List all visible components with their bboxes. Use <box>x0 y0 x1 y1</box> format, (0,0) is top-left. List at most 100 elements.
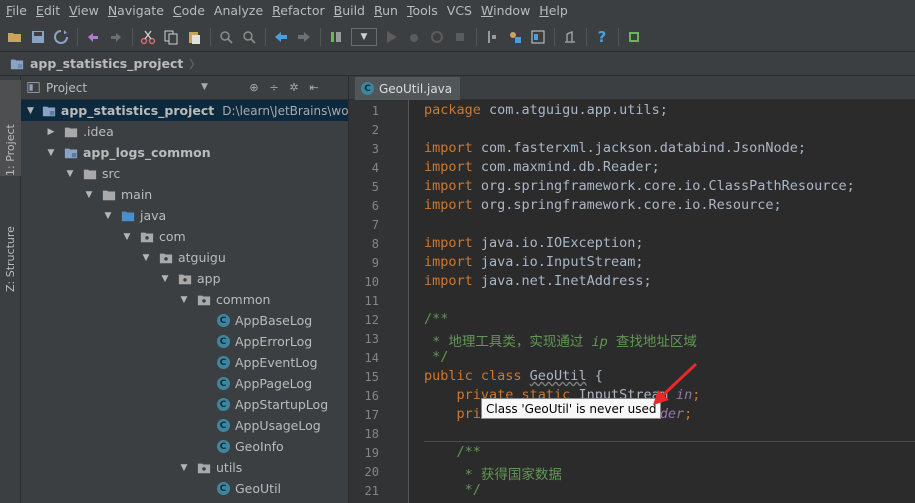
menu-item-help[interactable]: Help <box>535 0 572 22</box>
scroll-from-source-icon[interactable]: ⊕ <box>247 80 261 94</box>
expand-arrow-icon[interactable]: ▼ <box>103 211 113 221</box>
code-line-5: import org.springframework.core.io.Class… <box>424 178 855 194</box>
cut-icon[interactable] <box>137 26 159 48</box>
tool-tab-structure[interactable]: Z: Structure <box>0 172 21 292</box>
class-icon: C <box>216 419 230 433</box>
find-icon[interactable] <box>215 26 237 48</box>
gear-icon[interactable]: ✲ <box>287 80 301 94</box>
settings-icon[interactable] <box>504 26 526 48</box>
breadcrumb: app_statistics_project 〉 <box>0 52 915 76</box>
expand-arrow-icon[interactable]: ▼ <box>179 463 189 473</box>
source-folder-icon <box>121 209 135 223</box>
tree-item[interactable]: C AppStartupLog <box>21 394 348 415</box>
code-editor[interactable]: package com.atguigu.app.utils; import co… <box>410 100 915 503</box>
chevron-down-icon[interactable]: ▼ <box>201 82 208 92</box>
toolbar-separator <box>265 27 266 46</box>
line-number: 15 <box>364 370 379 384</box>
tree-item[interactable]: C GeoInfo <box>21 436 348 457</box>
main-toolbar: ▼ ? <box>0 22 915 52</box>
editor-gutter[interactable]: 1 2 3 4 5 6 7 8 9 10 11 12 13 14 15 16 17 18 19 20 21 <box>349 100 409 503</box>
coverage-icon[interactable] <box>426 26 448 48</box>
tree-item[interactable]: C AppPageLog <box>21 373 348 394</box>
menu-item-code[interactable]: Code <box>169 0 209 22</box>
save-all-icon[interactable] <box>27 26 49 48</box>
class-icon: C <box>216 314 230 328</box>
tree-item[interactable]: C AppErrorLog <box>21 331 348 352</box>
plugin-icon[interactable] <box>623 26 645 48</box>
synchronize-icon[interactable] <box>50 26 72 48</box>
sdk-icon[interactable] <box>559 26 581 48</box>
tree-item[interactable]: C AppBaseLog <box>21 310 348 331</box>
copy-icon[interactable] <box>160 26 182 48</box>
run-icon[interactable] <box>380 26 402 48</box>
menu-item-vcs[interactable]: VCS <box>443 0 476 22</box>
tree-item-label: AppStartupLog <box>235 397 329 412</box>
tree-item[interactable]: C AppUsageLog <box>21 415 348 436</box>
back-icon[interactable] <box>270 26 292 48</box>
expand-arrow-icon[interactable]: ▼ <box>160 274 170 284</box>
menu-item-file[interactable]: File <box>2 0 31 22</box>
code-line-14: */ <box>424 349 449 365</box>
menu-item-navigate[interactable]: Navigate <box>104 0 168 22</box>
expand-arrow-icon[interactable]: ▼ <box>84 190 94 200</box>
open-folder-icon[interactable] <box>4 26 26 48</box>
tree-item[interactable]: ▶ .idea <box>21 121 348 142</box>
expand-arrow-icon[interactable]: ▼ <box>122 232 132 242</box>
tree-item[interactable]: ▼ com <box>21 226 348 247</box>
collapse-all-icon[interactable]: ÷ <box>267 80 281 94</box>
tree-item[interactable]: ▼ utils <box>21 457 348 478</box>
tree-item-label: AppErrorLog <box>235 334 313 349</box>
tree-item[interactable]: ▼ app_logs_common <box>21 142 348 163</box>
paste-icon[interactable] <box>183 26 205 48</box>
breadcrumb-project[interactable]: app_statistics_project <box>30 56 183 71</box>
debug-icon[interactable] <box>403 26 425 48</box>
undo-icon[interactable] <box>82 26 104 48</box>
menu-item-build[interactable]: Build <box>330 0 369 22</box>
project-panel-header: Project ▼ ⊕ ÷ ✲ ⇤ <box>21 76 348 100</box>
menu-item-edit[interactable]: Edit <box>32 0 64 22</box>
menu-item-run[interactable]: Run <box>370 0 402 22</box>
tree-item[interactable]: ▼ java <box>21 205 348 226</box>
forward-icon[interactable] <box>293 26 315 48</box>
tab-geoutil-java[interactable]: C GeoUtil.java <box>355 77 461 100</box>
tool-tab-project-label: 1: Project <box>4 124 17 176</box>
annotation-arrow-icon <box>653 362 698 405</box>
tool-tab-project[interactable]: 1: Project <box>0 80 21 176</box>
project-structure-icon[interactable] <box>527 26 549 48</box>
menu-item-refactor[interactable]: Refactor <box>268 0 328 22</box>
collapse-arrow-icon[interactable]: ▶ <box>46 127 56 137</box>
menu-item-window[interactable]: Window <box>477 0 534 22</box>
tree-item-label: app_logs_common <box>83 145 211 160</box>
tree-item-label: common <box>216 292 271 307</box>
redo-icon[interactable] <box>105 26 127 48</box>
tree-item[interactable]: ▼ app_statistics_project D:\learn\JetBrain… <box>21 100 348 121</box>
expand-arrow-icon[interactable]: ▼ <box>179 295 189 305</box>
tree-item[interactable]: C GeoUtil <box>21 478 348 499</box>
project-view-selector[interactable]: Project <box>46 81 87 95</box>
code-line-19: /** <box>424 444 481 460</box>
make-project-icon[interactable] <box>325 26 347 48</box>
line-number: 10 <box>364 275 379 289</box>
tree-item[interactable]: ▼ app <box>21 268 348 289</box>
tree-item[interactable]: ▼ common <box>21 289 348 310</box>
hide-panel-icon[interactable]: ⇤ <box>307 80 321 94</box>
replace-icon[interactable] <box>238 26 260 48</box>
menu-item-view[interactable]: View <box>65 0 103 22</box>
vcs-icon[interactable] <box>481 26 503 48</box>
tree-item[interactable]: ▼ main <box>21 184 348 205</box>
tree-item[interactable]: C AppEventLog <box>21 352 348 373</box>
left-tool-strip: 1: Project Z: Structure <box>0 76 21 503</box>
help-icon[interactable]: ? <box>591 26 613 48</box>
menu-item-analyze[interactable]: Analyze <box>210 0 267 22</box>
tree-item-label: GeoInfo <box>235 439 284 454</box>
expand-arrow-icon[interactable]: ▼ <box>27 106 34 116</box>
expand-arrow-icon[interactable]: ▼ <box>46 148 56 158</box>
expand-arrow-icon[interactable]: ▼ <box>65 169 75 179</box>
run-configuration-dropdown[interactable]: ▼ <box>351 27 377 46</box>
tree-item[interactable]: ▼ src <box>21 163 348 184</box>
expand-arrow-icon[interactable]: ▼ <box>141 253 151 263</box>
menu-item-tools[interactable]: Tools <box>403 0 442 22</box>
stop-icon[interactable] <box>449 26 471 48</box>
tree-item[interactable]: ▼ atguigu <box>21 247 348 268</box>
